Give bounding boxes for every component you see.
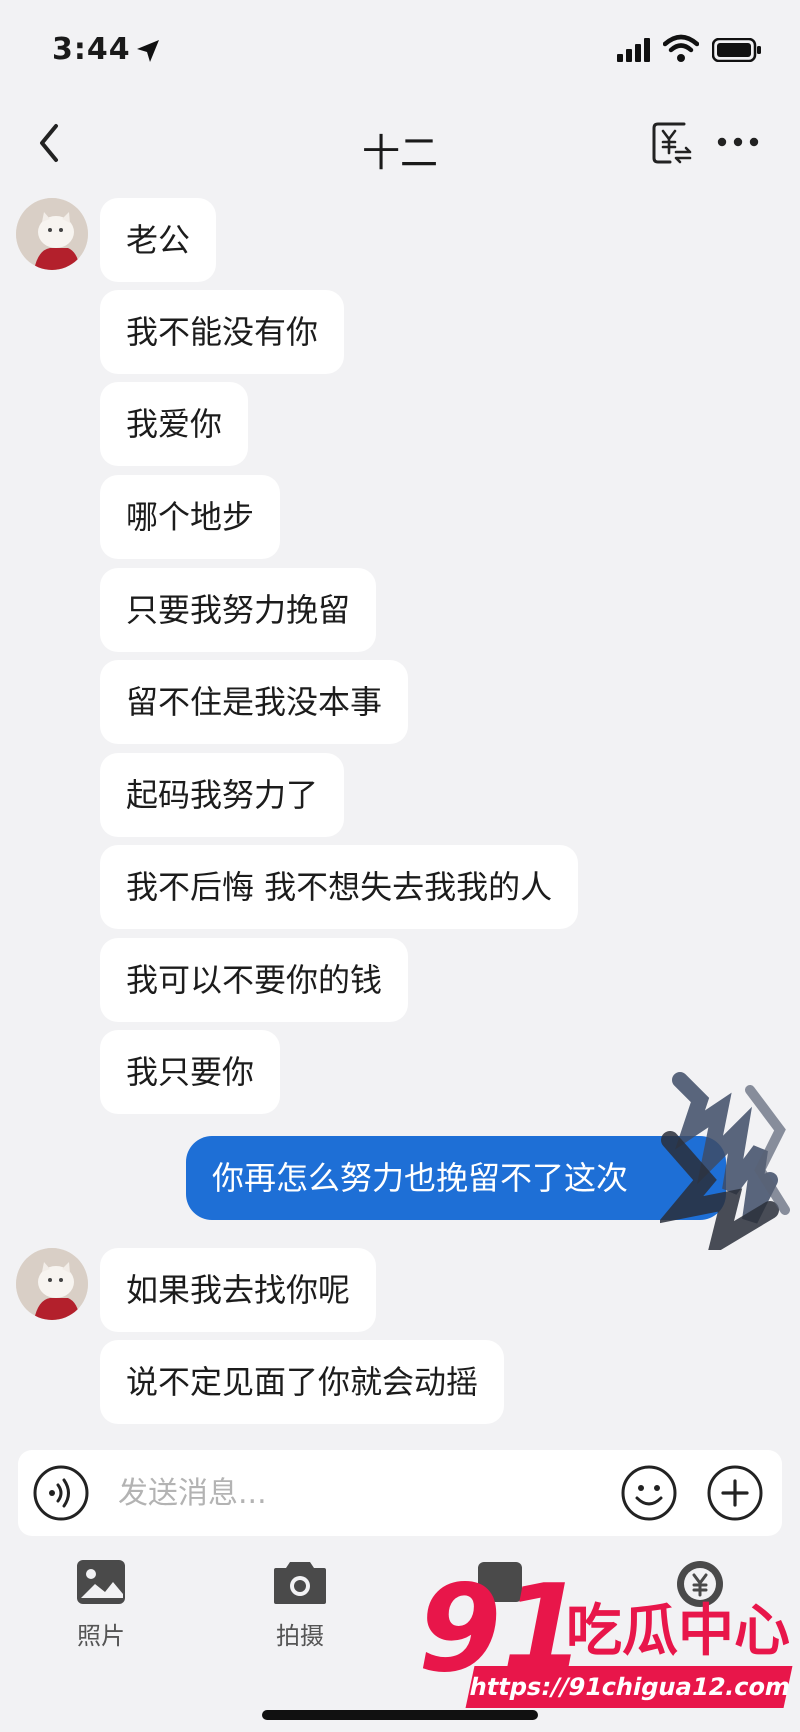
- message-bubble-received[interactable]: 只要我努力挽留: [100, 568, 377, 652]
- cat-avatar-icon: [16, 1248, 88, 1320]
- wifi-icon: [663, 34, 699, 62]
- contact-avatar[interactable]: [16, 1248, 88, 1320]
- contact-avatar[interactable]: [16, 198, 88, 270]
- cat-avatar-icon: [16, 198, 88, 270]
- photo-icon: [77, 1560, 125, 1604]
- message-bubble-received[interactable]: 我不后悔 我不想失去我我的人: [100, 845, 579, 929]
- message-bubble-received[interactable]: 留不住是我没本事: [100, 660, 409, 744]
- message-bubble-sent[interactable]: 你再怎么努力也挽留不了这次: [186, 1136, 726, 1220]
- message-bubble-received[interactable]: 哪个地步: [100, 475, 281, 559]
- watermark-url: https://91chigua12.com: [465, 1666, 793, 1708]
- location-arrow-icon: [137, 40, 159, 62]
- more-icon[interactable]: [715, 130, 761, 154]
- camera-icon: [274, 1562, 326, 1604]
- message-composer: [18, 1450, 782, 1536]
- message-bubble-received[interactable]: 我可以不要你的钱: [100, 938, 409, 1022]
- status-time: 3:44: [52, 32, 131, 67]
- toolbar-photo[interactable]: 照片: [46, 1558, 156, 1668]
- voice-icon[interactable]: [32, 1464, 90, 1522]
- battery-icon: [712, 38, 761, 62]
- message-bubble-received[interactable]: 我只要你: [100, 1030, 281, 1114]
- message-bubble-received[interactable]: 老公: [100, 198, 217, 282]
- toolbar-camera-label: 拍摄: [276, 1622, 324, 1650]
- home-indicator[interactable]: [262, 1710, 538, 1720]
- message-bubble-received[interactable]: 如果我去找你呢: [100, 1248, 377, 1332]
- message-bubble-received[interactable]: 我不能没有你: [100, 290, 345, 374]
- watermark-name: 吃瓜中心: [566, 1599, 790, 1664]
- plus-icon[interactable]: [706, 1464, 764, 1522]
- toolbar-camera[interactable]: 拍摄: [245, 1558, 355, 1668]
- transfer-money-icon[interactable]: [650, 120, 694, 166]
- message-input[interactable]: [118, 1450, 598, 1536]
- redaction-scribble: [660, 1072, 790, 1250]
- chat-header: 十二: [0, 100, 800, 190]
- toolbar-photo-label: 照片: [77, 1622, 125, 1650]
- status-bar: 3:44: [0, 0, 800, 100]
- message-bubble-received[interactable]: 说不定见面了你就会动摇: [100, 1340, 505, 1424]
- signal-icon: [617, 38, 650, 62]
- emoji-icon[interactable]: [620, 1464, 678, 1522]
- site-watermark: 91 吃瓜中心 https://91chigua12.com: [418, 1570, 793, 1720]
- message-bubble-received[interactable]: 起码我努力了: [100, 753, 345, 837]
- message-bubble-received[interactable]: 我爱你: [100, 382, 249, 466]
